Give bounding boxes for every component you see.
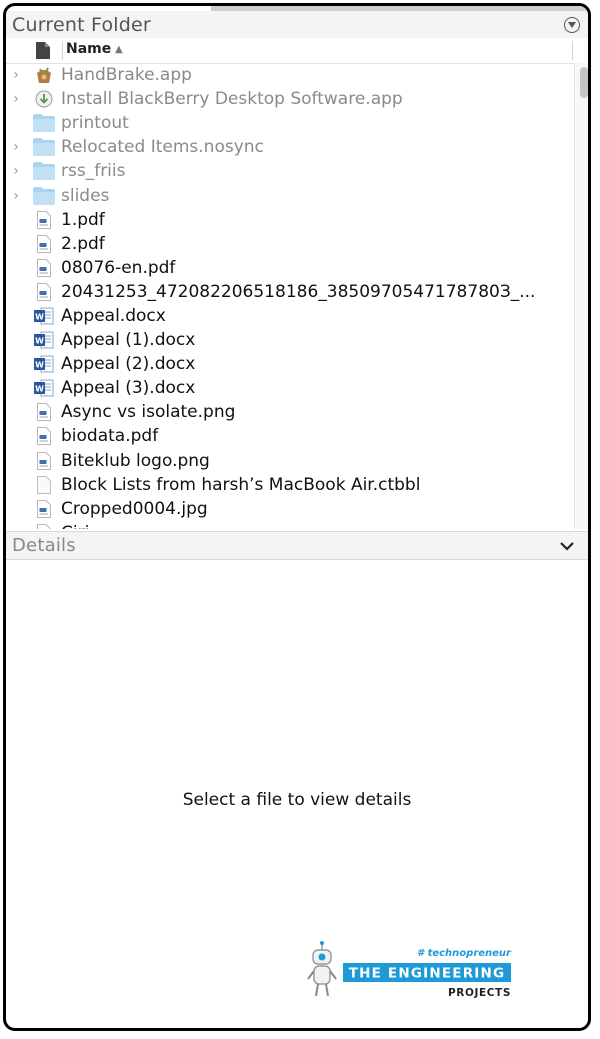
file-name: Ciri...: [61, 523, 106, 529]
document-icon: [32, 209, 56, 231]
file-browser-panel: Current Folder Name ▲ › HandBrake.app › Ins…: [3, 3, 591, 1031]
file-row[interactable]: › Relocated Items.nosync: [6, 135, 574, 159]
folder-icon: [32, 185, 56, 207]
file-name: slides: [61, 185, 110, 206]
file-row[interactable]: Ciri...: [6, 521, 574, 529]
disclosure-arrow-icon[interactable]: ›: [10, 139, 22, 155]
column-separator: [62, 41, 63, 60]
file-row[interactable]: Cropped0004.jpg: [6, 497, 574, 521]
word-icon: W: [32, 353, 56, 375]
file-name: Install BlackBerry Desktop Software.app: [61, 89, 403, 110]
disclosure-arrow-icon[interactable]: ›: [10, 67, 22, 83]
document-icon: [32, 233, 56, 255]
folder-icon: [32, 136, 56, 158]
file-row[interactable]: W Appeal (2).docx: [6, 352, 574, 376]
file-list-scrollbar[interactable]: [574, 63, 588, 529]
column-header: Name ▲: [6, 38, 588, 64]
file-name: Async vs isolate.png: [61, 402, 236, 423]
disclosure-arrow-icon[interactable]: ›: [10, 163, 22, 179]
document-icon: [32, 281, 56, 303]
file-name: Appeal (3).docx: [61, 378, 196, 399]
file-row[interactable]: Block Lists from harsh’s MacBook Air.ctb…: [6, 473, 574, 497]
file-name: Appeal (2).docx: [61, 354, 196, 375]
file-name: 2.pdf: [61, 233, 105, 254]
file-name: biodata.pdf: [61, 426, 159, 447]
current-folder-title: Current Folder: [12, 13, 151, 36]
file-row[interactable]: W Appeal (3).docx: [6, 376, 574, 400]
file-row[interactable]: Biteklub logo.png: [6, 449, 574, 473]
document-icon: [32, 425, 56, 447]
file-row[interactable]: 20431253_472082206518186_385097054717878…: [6, 280, 574, 304]
sort-ascending-icon: ▲: [115, 44, 123, 55]
file-name: 20431253_472082206518186_385097054717878…: [61, 281, 536, 302]
file-name: Appeal.docx: [61, 305, 166, 326]
svg-text:# technopreneur: # technopreneur: [417, 948, 512, 959]
file-type-column-icon[interactable]: [36, 42, 50, 63]
file-name: HandBrake.app: [61, 65, 192, 86]
installer-icon: [32, 88, 56, 110]
file-name: 1.pdf: [61, 209, 105, 230]
details-title: Details: [12, 535, 76, 556]
folder-options-icon[interactable]: [564, 16, 580, 33]
svg-text:W: W: [35, 312, 44, 321]
file-name: Cropped0004.jpg: [61, 498, 208, 519]
file-row[interactable]: 08076-en.pdf: [6, 256, 574, 280]
word-icon: W: [32, 329, 56, 351]
disclosure-arrow-icon[interactable]: ›: [10, 91, 22, 107]
engineering-projects-logo: # technopreneur THE ENGINEERING PROJECTS: [301, 941, 521, 1003]
app-icon: [32, 64, 56, 86]
document-icon: [32, 498, 56, 520]
svg-text:W: W: [35, 361, 44, 370]
word-icon: W: [32, 305, 56, 327]
file-name: printout: [61, 113, 129, 134]
file-row[interactable]: Async vs isolate.png: [6, 400, 574, 424]
file-row[interactable]: 1.pdf: [6, 208, 574, 232]
file-name: rss_friis: [61, 161, 126, 182]
svg-text:W: W: [35, 385, 44, 394]
document-icon: [32, 450, 56, 472]
details-header[interactable]: Details: [6, 531, 588, 560]
svg-text:THE ENGINEERING: THE ENGINEERING: [349, 966, 506, 982]
document-icon: [32, 257, 56, 279]
svg-text:PROJECTS: PROJECTS: [448, 987, 511, 999]
document-icon: [32, 401, 56, 423]
file-row[interactable]: biodata.pdf: [6, 424, 574, 448]
file-row[interactable]: › slides: [6, 183, 574, 207]
svg-text:W: W: [35, 337, 44, 346]
current-folder-header: Current Folder: [6, 11, 588, 39]
document-icon: [32, 522, 56, 529]
blank-file-icon: [32, 474, 56, 496]
details-empty-message: Select a file to view details: [182, 790, 412, 810]
scrollbar-thumb[interactable]: [580, 67, 588, 98]
file-name: Block Lists from harsh’s MacBook Air.ctb…: [61, 474, 421, 495]
file-row[interactable]: › rss_friis: [6, 159, 574, 183]
name-column-header[interactable]: Name: [66, 41, 111, 57]
file-name: Appeal (1).docx: [61, 330, 196, 351]
file-name: Biteklub logo.png: [61, 450, 210, 471]
column-separator: [572, 41, 573, 60]
disclosure-arrow-icon[interactable]: ›: [10, 188, 22, 204]
file-row[interactable]: printout: [6, 111, 574, 135]
file-name: 08076-en.pdf: [61, 257, 176, 278]
file-name: Relocated Items.nosync: [61, 137, 264, 158]
file-list: › HandBrake.app › Install BlackBerry Deskto…: [6, 63, 574, 529]
file-row[interactable]: W Appeal (1).docx: [6, 328, 574, 352]
folder-icon: [32, 112, 56, 134]
file-row[interactable]: 2.pdf: [6, 232, 574, 256]
folder-icon: [32, 160, 56, 182]
file-row[interactable]: › HandBrake.app: [6, 63, 574, 87]
file-row[interactable]: W Appeal.docx: [6, 304, 574, 328]
chevron-down-icon[interactable]: [560, 536, 574, 555]
file-row[interactable]: › Install BlackBerry Desktop Software.app: [6, 87, 574, 111]
word-icon: W: [32, 377, 56, 399]
